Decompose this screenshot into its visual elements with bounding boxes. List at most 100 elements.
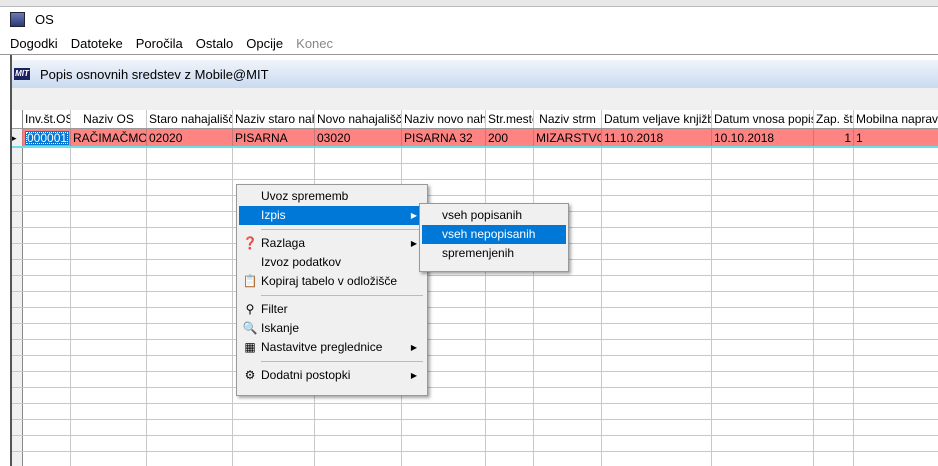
data-grid: Inv.št.OS Naziv OS Staro nahajališče Naziv … [12, 110, 938, 466]
table-cell[interactable]: 1 [854, 129, 938, 146]
menu-item-iskanje[interactable]: 🔍 Iskanje [239, 319, 425, 338]
empty-cell [23, 436, 71, 451]
column-header[interactable]: Naziv novo nah. [402, 110, 486, 128]
empty-cell [854, 148, 938, 163]
table-row[interactable]: ▸ 000001 RAČIMAČMOL 02020 PISARNA 03020 PISARN… [12, 129, 938, 148]
empty-cell [71, 212, 147, 227]
row-header [12, 404, 23, 419]
menu-item-izvoz-podatkov[interactable]: Izvoz podatkov [239, 253, 425, 272]
empty-cell [71, 308, 147, 323]
column-header[interactable]: Naziv OS [71, 110, 147, 128]
empty-cell [854, 164, 938, 179]
empty-cell [534, 148, 602, 163]
empty-cell [486, 340, 534, 355]
menu-dogodki[interactable]: Dogodki [10, 36, 58, 51]
empty-cell [534, 292, 602, 307]
empty-cell [712, 452, 814, 466]
table-cell[interactable]: 02020 [147, 129, 233, 146]
grid-settings-icon: ▦ [244, 340, 256, 354]
empty-cell [814, 292, 854, 307]
empty-row [12, 404, 938, 420]
empty-cell [23, 404, 71, 419]
empty-row [12, 308, 938, 324]
column-header[interactable]: Datum veljave knjižbe [602, 110, 712, 128]
empty-cell [602, 340, 712, 355]
empty-cell [712, 292, 814, 307]
empty-cell [486, 308, 534, 323]
empty-cell [71, 180, 147, 195]
empty-cell [712, 308, 814, 323]
row-header [12, 356, 23, 371]
table-cell[interactable]: PISARNA 32 [402, 129, 486, 146]
empty-cell [23, 276, 71, 291]
selected-cell-value[interactable]: 000001 [25, 131, 70, 145]
empty-row [12, 324, 938, 340]
menu-item-dodatni-postopki[interactable]: ⚙ Dodatni postopki ▶ [239, 366, 425, 385]
column-header[interactable]: Staro nahajališče [147, 110, 233, 128]
column-header[interactable]: Datum vnosa popisa [712, 110, 814, 128]
column-header[interactable]: Naziv staro nah. [233, 110, 315, 128]
menu-item-razlaga[interactable]: ❓ Razlaga ▶ [239, 234, 425, 253]
empty-row [12, 452, 938, 466]
empty-cell [854, 228, 938, 243]
empty-cell [23, 212, 71, 227]
menu-porocila[interactable]: Poročila [136, 36, 183, 51]
menu-item-kopiraj-tabelo-v-odlo-i-e[interactable]: 📋 Kopiraj tabelo v odložišče [239, 272, 425, 291]
empty-cell [814, 244, 854, 259]
table-cell[interactable]: MIZARSTVO [534, 129, 602, 146]
empty-cell [814, 148, 854, 163]
empty-cell [814, 340, 854, 355]
submenu-item[interactable]: vseh popisanih [422, 206, 566, 225]
table-cell[interactable]: 11.10.2018 [602, 129, 712, 146]
empty-cell [147, 228, 233, 243]
submenu-item[interactable]: vseh nepopisanih [422, 225, 566, 244]
table-cell[interactable]: 10.10.2018 [712, 129, 814, 146]
menu-item-izpis[interactable]: Izpis ▶ [239, 206, 425, 225]
column-header[interactable]: Mobilna naprava [854, 110, 938, 128]
column-header[interactable]: Inv.št.OS [23, 110, 71, 128]
column-header[interactable]: Zap. št. [814, 110, 854, 128]
empty-cell [23, 324, 71, 339]
table-cell[interactable]: 1 [814, 129, 854, 146]
column-header[interactable]: Novo nahajališče [315, 110, 402, 128]
empty-cell [486, 452, 534, 466]
table-cell[interactable]: 03020 [315, 129, 402, 146]
column-header[interactable]: Naziv strm [534, 110, 602, 128]
empty-cell [712, 356, 814, 371]
menu-item-nastavitve-preglednice[interactable]: ▦ Nastavitve preglednice ▶ [239, 338, 425, 357]
empty-cell [854, 244, 938, 259]
empty-cell [534, 452, 602, 466]
menu-item-label: Dodatni postopki [261, 368, 351, 382]
gears-icon: ⚙ [244, 368, 256, 382]
empty-cell [814, 276, 854, 291]
empty-cell [147, 388, 233, 403]
table-cell[interactable]: 200 [486, 129, 534, 146]
table-cell[interactable]: RAČIMAČMOL [71, 129, 147, 146]
empty-cell [315, 164, 402, 179]
empty-cell [534, 308, 602, 323]
empty-cell [486, 436, 534, 451]
menu-item-label: Razlaga [261, 236, 306, 250]
column-header[interactable]: Str.mesto [486, 110, 534, 128]
submenu-item[interactable]: spremenjenih [422, 244, 566, 263]
empty-cell [854, 212, 938, 227]
empty-cell [602, 356, 712, 371]
submenu-bottom-padding [422, 263, 566, 269]
empty-cell [71, 420, 147, 435]
menu-item-label: Nastavitve preglednice [261, 340, 383, 354]
menu-item-uvoz-sprememb[interactable]: Uvoz sprememb [239, 187, 425, 206]
menu-ostalo[interactable]: Ostalo [196, 36, 234, 51]
menu-datoteke[interactable]: Datoteke [71, 36, 123, 51]
menu-item-filter[interactable]: ⚲ Filter [239, 300, 425, 319]
table-cell[interactable]: PISARNA [233, 129, 315, 146]
row-header [12, 292, 23, 307]
table-cell[interactable]: 000001 [23, 129, 71, 146]
row-header [12, 244, 23, 259]
empty-row [12, 356, 938, 372]
menu-opcije[interactable]: Opcije [246, 36, 283, 51]
empty-cell [814, 196, 854, 211]
mit-logo-icon: MIT [14, 68, 30, 80]
empty-cell [534, 340, 602, 355]
empty-cell [233, 164, 315, 179]
empty-cell [71, 276, 147, 291]
